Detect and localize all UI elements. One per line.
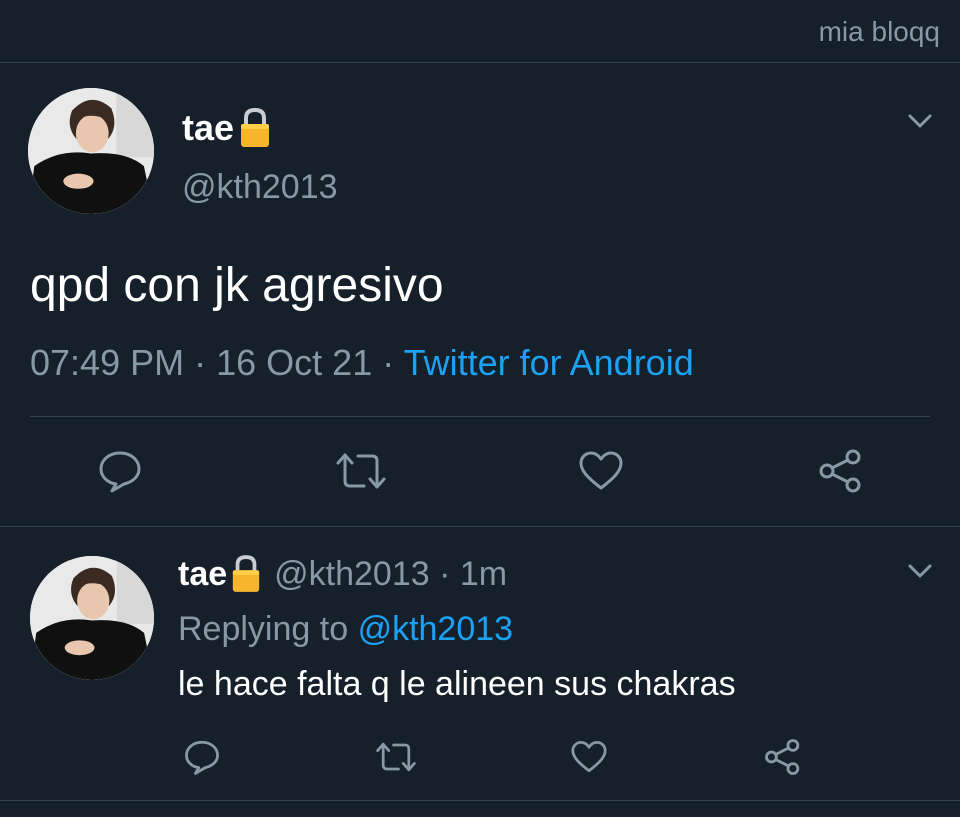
tweet-name-row: tae [182,106,272,150]
lock-icon [238,107,272,149]
heart-icon [579,451,623,490]
retweet-button[interactable] [334,451,388,491]
display-name[interactable]: tae [182,107,234,149]
share-icon [765,739,800,775]
retweet-icon [336,453,386,489]
share-icon [819,449,861,493]
handle-and-time[interactable]: @kth2013 · 1m [274,555,507,594]
divider [0,526,960,527]
like-button[interactable] [578,450,624,492]
reply-button[interactable] [184,739,220,775]
reply-text: le hace falta q le alineen sus chakras [178,665,736,703]
retweet-button[interactable] [374,741,418,773]
chevron-down-icon[interactable] [906,560,934,582]
like-button[interactable] [570,740,608,774]
tweet-text: qpd con jk agresivo [30,259,444,312]
reply-name-row: tae @kth2013 · 1m [178,552,507,596]
divider [0,800,960,801]
tweet-source-link[interactable]: Twitter for Android [404,342,694,383]
divider [30,416,930,417]
avatar[interactable] [28,88,154,214]
chevron-down-icon[interactable] [906,110,934,132]
replying-to: Replying to @kth2013 [178,610,513,649]
meta-separator: · [382,342,395,383]
display-name[interactable]: tae [178,555,227,594]
share-button[interactable] [818,448,864,494]
avatar[interactable] [30,556,154,680]
replying-to-label: Replying to [178,610,349,648]
replying-to-mention[interactable]: @kth2013 [358,610,514,648]
reply-button[interactable] [98,449,142,493]
watermark: mia bloqq [818,16,940,47]
retweet-icon [376,742,416,772]
comment-icon [99,451,141,493]
comment-icon [185,740,219,775]
tweet-meta: 07:49 PM · 16 Oct 21 · Twitter for Andro… [30,342,694,384]
meta-separator: · [194,342,207,383]
heart-icon [571,741,607,773]
share-button[interactable] [764,738,802,776]
top-divider [0,62,960,63]
handle[interactable]: @kth2013 [182,168,338,207]
tweet-time: 07:49 PM [30,342,185,383]
tweet-date: 16 Oct 21 [216,342,373,383]
lock-icon [230,554,262,594]
